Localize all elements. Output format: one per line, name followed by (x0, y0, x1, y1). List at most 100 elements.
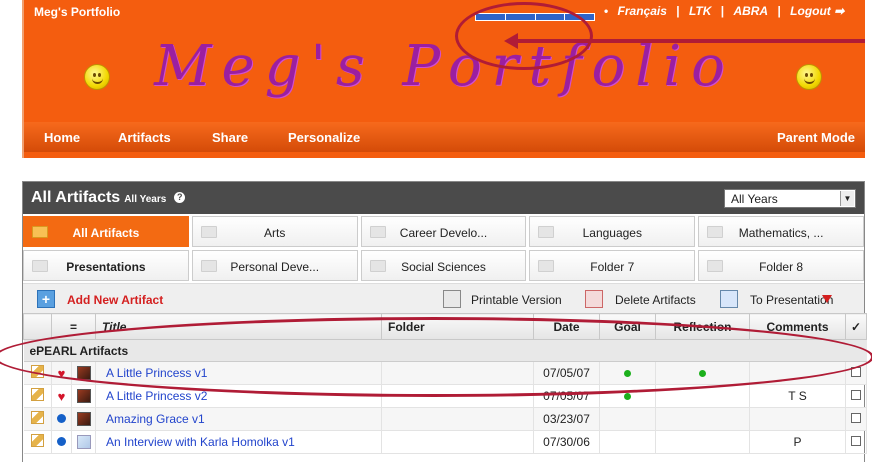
group-label: ePEARL Artifacts (23, 339, 867, 362)
col-reflection[interactable]: Reflection (655, 313, 751, 340)
chevron-down-icon[interactable]: ▼ (840, 191, 854, 206)
year-select[interactable]: All Years ▼ (724, 189, 856, 208)
portfolio-title: Meg's Portfolio (154, 34, 735, 99)
col-date[interactable]: Date (533, 313, 601, 340)
folder-languages[interactable]: Languages (529, 216, 696, 247)
artifact-date: 07/30/06 (533, 430, 601, 454)
col-comments[interactable]: Comments (749, 313, 847, 340)
blue-dot-icon[interactable] (57, 414, 66, 423)
to-presentation-button[interactable]: To Presentation (750, 293, 833, 307)
folder-all-artifacts[interactable]: All Artifacts (23, 216, 189, 247)
artifact-folder (381, 384, 535, 408)
folder-personal-development[interactable]: Personal Deve... (191, 250, 358, 281)
folder-social-sciences[interactable]: Social Sciences (360, 250, 527, 281)
dropdown-triangle-icon[interactable] (822, 295, 832, 303)
artifact-comments (749, 407, 847, 431)
top-links: • Français | LTK | ABRA | Logout ➡ (604, 4, 845, 18)
artifact-title-link[interactable]: A Little Princess v2 (106, 389, 207, 403)
col-select-all[interactable]: ✓ (845, 313, 868, 340)
nav-share[interactable]: Share (212, 130, 248, 145)
table-row[interactable]: ♥ A Little Princess v1 07/05/07 (23, 361, 868, 385)
nav-personalize[interactable]: Personalize (288, 130, 360, 145)
artifact-folder (381, 407, 535, 431)
nav-home[interactable]: Home (44, 130, 80, 145)
folder-8[interactable]: Folder 8 (698, 250, 864, 281)
annotation-oval-progress (455, 2, 593, 70)
artifact-date: 03/23/07 (533, 407, 601, 431)
col-goal[interactable]: Goal (599, 313, 657, 340)
artifact-title-link[interactable]: A Little Princess v1 (106, 366, 207, 380)
heart-icon[interactable]: ♥ (58, 366, 66, 381)
folder-tabs: All Artifacts Arts Career Develo... Lang… (23, 214, 864, 283)
edit-icon[interactable] (30, 411, 44, 424)
artifact-comments (749, 361, 847, 385)
panel-header: All Artifacts All Years? All Years ▼ (23, 182, 864, 214)
heart-icon[interactable]: ♥ (58, 389, 66, 404)
panel-title: All Artifacts (31, 189, 121, 206)
goal-status-icon (624, 393, 632, 400)
folder-7[interactable]: Folder 7 (529, 250, 696, 281)
edit-icon[interactable] (30, 388, 44, 401)
artifact-date: 07/05/07 (533, 384, 601, 408)
col-sort[interactable]: = (50, 313, 97, 340)
nav-artifacts[interactable]: Artifacts (118, 130, 171, 145)
thumbnail-icon (76, 412, 91, 427)
artifact-title-link[interactable]: An Interview with Karla Homolka v1 (106, 435, 295, 449)
help-icon[interactable]: ? (174, 192, 186, 203)
portfolio-header: Meg's Portfolio • Français | LTK | ABRA … (22, 0, 865, 158)
add-artifact-button[interactable]: Add New Artifact (67, 293, 163, 307)
group-row: ePEARL Artifacts (23, 339, 867, 362)
folder-mathematics[interactable]: Mathematics, ... (698, 216, 864, 247)
artifact-folder (381, 430, 535, 454)
delete-artifacts-button[interactable]: Delete Artifacts (615, 293, 696, 307)
row-checkbox[interactable] (851, 413, 862, 423)
link-francais[interactable]: Français (618, 4, 667, 18)
row-checkbox[interactable] (851, 390, 862, 400)
nav-parent-mode[interactable]: Parent Mode (777, 130, 855, 145)
printer-icon[interactable] (443, 290, 461, 308)
artifact-comments[interactable]: P (749, 430, 847, 454)
table-row[interactable]: Amazing Grace v1 03/23/07 (23, 407, 868, 431)
link-abra[interactable]: ABRA (733, 4, 768, 18)
table-row[interactable]: ♥ A Little Princess v2 07/05/07 T S (23, 384, 868, 408)
table-row[interactable]: An Interview with Karla Homolka v1 07/30… (23, 430, 868, 454)
reflection-status-icon (699, 370, 707, 377)
top-bar: Meg's Portfolio • Français | LTK | ABRA … (24, 0, 865, 22)
artifact-title-link[interactable]: Amazing Grace v1 (106, 412, 205, 426)
artifact-date: 07/05/07 (533, 361, 601, 385)
smiley-right-icon (796, 64, 822, 90)
edit-icon[interactable] (30, 365, 44, 378)
col-title[interactable]: Title (95, 313, 383, 340)
folder-presentations[interactable]: Presentations (23, 250, 189, 281)
row-checkbox[interactable] (851, 367, 862, 377)
title-banner: Meg's Portfolio (24, 30, 865, 118)
link-logout[interactable]: Logout ➡ (790, 4, 844, 18)
thumbnail-icon (76, 389, 91, 404)
annotation-arrow-line (515, 39, 865, 43)
panel-subtitle: All Years (124, 194, 167, 205)
artifacts-panel: All Artifacts All Years? All Years ▼ All … (22, 181, 868, 462)
site-name[interactable]: Meg's Portfolio (34, 5, 120, 19)
col-blank (23, 313, 52, 340)
link-ltk[interactable]: LTK (689, 4, 711, 18)
presentation-icon[interactable] (720, 290, 738, 308)
blue-dot-icon[interactable] (57, 437, 66, 446)
folder-arts[interactable]: Arts (191, 216, 358, 247)
printable-version-button[interactable]: Printable Version (471, 293, 562, 307)
goal-status-icon (624, 370, 632, 377)
artifact-comments[interactable]: T S (749, 384, 847, 408)
folder-career-development[interactable]: Career Develo... (360, 216, 527, 247)
main-nav: Home Artifacts Share Personalize Parent … (24, 122, 865, 152)
annotation-arrow-head (504, 33, 518, 49)
document-thumbnail-icon (76, 435, 91, 450)
delete-icon[interactable] (585, 290, 603, 308)
artifact-folder (381, 361, 535, 385)
thumbnail-icon (76, 366, 91, 381)
artifacts-table: = Title Folder Date Goal Reflection Comm… (23, 313, 868, 454)
artifact-toolbar: + Add New Artifact Printable Version Del… (23, 283, 864, 313)
edit-icon[interactable] (30, 434, 44, 447)
row-checkbox[interactable] (851, 436, 862, 446)
year-select-value: All Years (731, 192, 778, 206)
add-icon[interactable]: + (37, 290, 55, 308)
col-folder[interactable]: Folder (381, 313, 535, 340)
